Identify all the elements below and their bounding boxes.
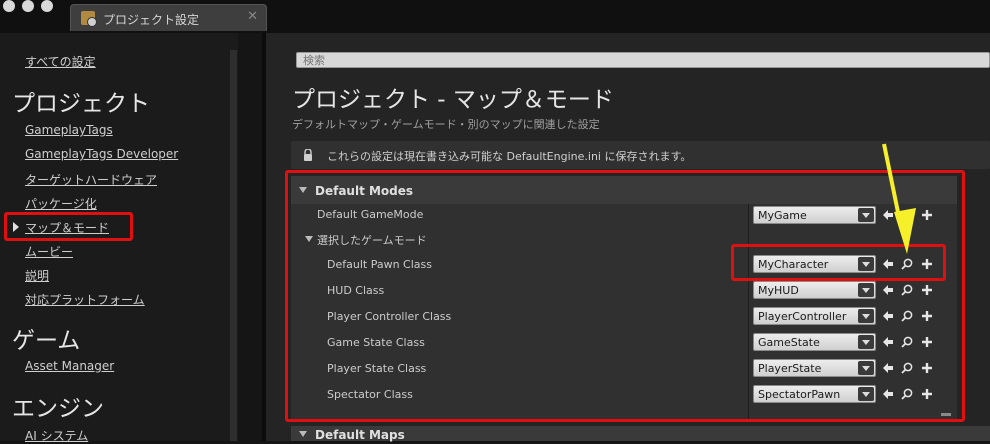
- sidebar-category-project: プロジェクト: [12, 91, 150, 117]
- settings-icon: [81, 11, 97, 27]
- sidebar-item-asset-manager[interactable]: Asset Manager: [25, 359, 114, 373]
- sidebar-scrollbar[interactable]: [230, 50, 237, 441]
- pointer-arrow-icon: [882, 143, 916, 254]
- sidebar-item-ai-system[interactable]: AI システム: [25, 427, 88, 444]
- section-title: Default Maps: [315, 428, 405, 442]
- sidebar-category-game: ゲーム: [12, 328, 81, 354]
- sidebar-item-supported-platforms[interactable]: 対応プラットフォーム: [25, 291, 145, 308]
- sidebar-category-engine: エンジン: [12, 396, 104, 422]
- tab-close-icon[interactable]: ✕: [247, 9, 258, 24]
- window-minimize-dot[interactable]: [22, 0, 34, 12]
- sidebar-item-target-hardware[interactable]: ターゲットハードウェア: [25, 171, 157, 188]
- sidebar-item-packaging[interactable]: パッケージ化: [25, 195, 97, 212]
- search-input[interactable]: [296, 52, 990, 68]
- sidebar-item-gameplaytags-developer[interactable]: GameplayTags Developer: [25, 147, 178, 161]
- title-bar: プロジェクト設定 ✕: [0, 0, 990, 33]
- sidebar-item-movies[interactable]: ムービー: [25, 243, 73, 260]
- notice-text: これらの設定は現在書き込み可能な DefaultEngine.ini に保存され…: [327, 150, 692, 163]
- default-maps-header[interactable]: Default Maps: [291, 426, 990, 442]
- page-title: プロジェクト - マップ＆モード: [292, 87, 614, 113]
- sidebar-item-gameplaytags[interactable]: GameplayTags: [25, 123, 113, 137]
- sidebar-item-description[interactable]: 説明: [25, 267, 49, 284]
- highlight-box-modes: [285, 170, 965, 422]
- page-subtitle: デフォルトマップ・ゲームモード・別のマップに関連した設定: [292, 118, 600, 131]
- window-close-dot[interactable]: [3, 0, 15, 12]
- window-zoom-dot[interactable]: [41, 0, 53, 12]
- highlight-box-sidebar: [4, 212, 133, 241]
- collapse-arrow-icon[interactable]: [299, 431, 307, 437]
- sidebar-item-all-settings[interactable]: すべての設定: [25, 53, 96, 70]
- tab-label: プロジェクト設定: [103, 13, 200, 27]
- tab-project-settings[interactable]: プロジェクト設定 ✕: [70, 4, 267, 31]
- lock-icon: [304, 149, 312, 161]
